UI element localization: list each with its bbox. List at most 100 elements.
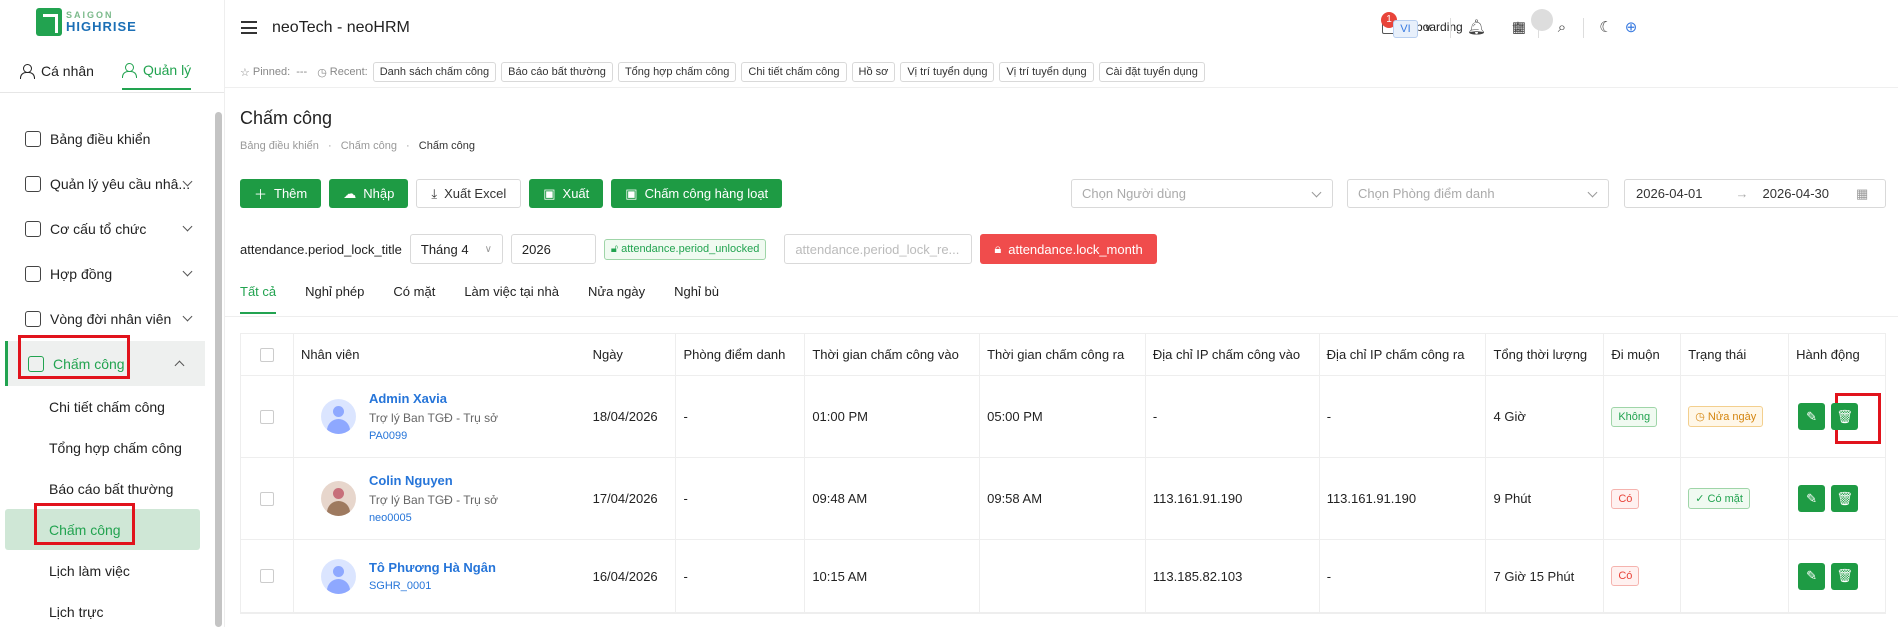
tab-all[interactable]: Tất cả xyxy=(240,284,277,314)
chevron-down-icon xyxy=(182,311,193,322)
sidebar-item-lifecycle[interactable]: Vòng đời nhân viên xyxy=(0,296,213,341)
sidebar-item-contract[interactable]: Hợp đồng xyxy=(0,251,213,296)
breadcrumb-item[interactable]: Bảng điều khiển xyxy=(240,140,319,152)
calendar-icon[interactable]: ▦ xyxy=(1511,20,1527,36)
tab-half-day[interactable]: Nửa ngày xyxy=(588,284,645,314)
delete-button[interactable]: 🗑︎ xyxy=(1831,485,1859,512)
user-avatar[interactable] xyxy=(1531,9,1553,31)
period-status-badge: 🔓︎ attendance.period_unlocked xyxy=(603,238,767,260)
employee-code[interactable]: SGHR_0001 xyxy=(369,580,496,592)
brand-logo[interactable]: SAIGON HIGHRISE xyxy=(36,8,137,36)
date-range-picker[interactable]: 2026-04-01 → 2026-04-30 ▦ xyxy=(1624,179,1886,208)
tab-wfh[interactable]: Làm việc tại nhà xyxy=(464,284,559,314)
col-header: Ngày xyxy=(586,334,677,375)
edit-button[interactable]: ✎ xyxy=(1798,403,1826,430)
sidebar-item-org[interactable]: Cơ cấu tổ chức xyxy=(0,206,213,251)
language-select[interactable]: VI xyxy=(1393,20,1418,38)
recent-chip[interactable]: Vị trí tuyển dụng xyxy=(999,62,1094,82)
tab-present[interactable]: Có mặt xyxy=(393,284,435,314)
delete-button[interactable]: 🗑︎ xyxy=(1831,562,1859,590)
chevron-down-icon xyxy=(182,221,193,232)
tab-manage[interactable]: Quản lý xyxy=(121,62,192,90)
breadcrumb: Bảng điều khiển · Chấm công · Chấm công xyxy=(240,140,476,152)
recent-chip[interactable]: Chi tiết chấm công xyxy=(741,62,847,82)
recent-chip[interactable]: Hồ sơ xyxy=(851,62,896,82)
recent-chip[interactable]: Vị trí tuyển dụng xyxy=(900,62,995,82)
sidebar-scrollbar[interactable] xyxy=(215,112,222,627)
sidebar-item-requests[interactable]: Quản lý yêu cầu nhâ... xyxy=(0,161,213,206)
add-button[interactable]: ＋ Thêm xyxy=(240,179,322,208)
employee-code[interactable]: PA0099 xyxy=(369,430,498,442)
contract-icon xyxy=(25,265,41,282)
submenu-attendance-summary[interactable]: Tổng hợp chấm công xyxy=(0,427,213,468)
edit-button[interactable]: ✎ xyxy=(1798,485,1826,512)
chevron-down-icon[interactable]: ∨ xyxy=(1420,20,1436,36)
date-to[interactable]: 2026-04-30 xyxy=(1763,186,1830,201)
submenu-attendance-detail[interactable]: Chi tiết chấm công xyxy=(0,386,213,427)
cell-check-in: 01:00 PM xyxy=(805,376,981,457)
table-row[interactable]: Admin Xavia Trợ lý Ban TGĐ - Trụ sở PA00… xyxy=(241,376,1885,458)
add-circle-icon[interactable]: ⊕ xyxy=(1623,20,1639,36)
search-icon[interactable]: ⌕ xyxy=(1554,20,1570,36)
row-checkbox[interactable] xyxy=(259,409,274,424)
export-button[interactable]: ▣ Xuất xyxy=(529,179,604,208)
tab-leave[interactable]: Nghỉ phép xyxy=(305,284,364,314)
tab-comp-leave[interactable]: Nghỉ bù xyxy=(674,284,719,314)
sidebar-item-attendance[interactable]: Chấm công xyxy=(5,341,205,386)
chevron-down-icon xyxy=(182,266,193,277)
row-checkbox[interactable] xyxy=(259,491,274,506)
submenu-work-schedule[interactable]: Lịch làm việc xyxy=(0,550,213,591)
sidebar-item-label: Vòng đời nhân viên xyxy=(50,310,172,327)
export-excel-label: Xuất Excel xyxy=(444,186,507,201)
submenu-label: Chấm công xyxy=(49,521,121,538)
home-icon xyxy=(25,130,41,147)
delete-button[interactable]: 🗑︎ xyxy=(1831,403,1859,430)
breadcrumb-current: Chấm công xyxy=(418,140,476,152)
bulk-attendance-button[interactable]: ▣ Chấm công hàng loạt xyxy=(611,179,783,208)
recent-chip[interactable]: Cài đặt tuyển dụng xyxy=(1098,62,1205,82)
table-row[interactable]: Colin Nguyen Trợ lý Ban TGĐ - Trụ sở neo… xyxy=(241,458,1885,540)
tab-personal[interactable]: Cá nhân xyxy=(20,62,94,90)
import-button[interactable]: ☁ Nhập xyxy=(329,179,409,208)
cell-total: 4 Giờ xyxy=(1486,376,1605,457)
submenu-anomaly-report[interactable]: Báo cáo bất thường xyxy=(0,468,213,509)
row-checkbox[interactable] xyxy=(259,569,274,583)
lock-reason-input[interactable]: attendance.period_lock_re... xyxy=(784,234,973,264)
late-badge: Không xyxy=(1611,406,1658,427)
date-from[interactable]: 2026-04-01 xyxy=(1636,186,1703,201)
status-label: Có mặt xyxy=(1707,493,1743,505)
submenu-duty-schedule[interactable]: Lịch trực xyxy=(0,591,213,632)
select-all-checkbox[interactable] xyxy=(259,347,274,362)
employee-name[interactable]: Admin Xavia xyxy=(369,391,498,406)
sidebar-item-label: Chấm công xyxy=(53,355,125,372)
month-select[interactable]: Tháng 4 ∨ xyxy=(409,234,503,264)
recent-chip[interactable]: Danh sách chấm công xyxy=(372,62,497,82)
dark-mode-icon[interactable]: ☾ xyxy=(1598,20,1614,36)
col-header: Trạng thái xyxy=(1681,334,1790,375)
col-header: Tổng thời lượng xyxy=(1486,334,1605,375)
pencil-icon: ✎ xyxy=(1806,568,1818,583)
bell-icon[interactable]: 🔔︎ xyxy=(1467,20,1486,36)
year-input-value: 2026 xyxy=(521,241,551,257)
table-row[interactable]: Tô Phương Hà Ngân SGHR_0001 16/04/2026 -… xyxy=(241,540,1885,613)
export-excel-button[interactable]: ⤓ Xuất Excel xyxy=(416,179,522,208)
cell-room: - xyxy=(676,458,806,539)
recent-chip[interactable]: Báo cáo bất thường xyxy=(501,62,613,82)
breadcrumb-item[interactable]: Chấm công xyxy=(341,140,397,152)
room-select[interactable]: Chọn Phòng điểm danh xyxy=(1347,179,1609,208)
lock-month-button[interactable]: 🔒︎ attendance.lock_month xyxy=(980,234,1157,264)
submenu-attendance[interactable]: Chấm công xyxy=(5,509,200,550)
late-badge: Có xyxy=(1611,566,1640,586)
edit-button[interactable]: ✎ xyxy=(1798,562,1826,590)
user-select[interactable]: Chọn Người dùng xyxy=(1071,179,1333,208)
cell-check-out: 09:58 AM xyxy=(980,458,1146,539)
menu-toggle-icon[interactable] xyxy=(241,21,257,34)
recent-chip[interactable]: Tổng hợp chấm công xyxy=(617,62,737,82)
toolbar: ＋ Thêm ☁ Nhập ⤓ Xuất Excel ▣ Xuất ▣ Chấm công… xyxy=(240,179,783,208)
arrow-right-icon: → xyxy=(1735,186,1749,201)
employee-code[interactable]: neo0005 xyxy=(369,512,498,524)
employee-name[interactable]: Tô Phương Hà Ngân xyxy=(369,560,496,575)
year-input[interactable]: 2026 xyxy=(510,234,596,264)
sidebar-item-dashboard[interactable]: Bảng điều khiển xyxy=(0,116,213,161)
employee-name[interactable]: Colin Nguyen xyxy=(369,473,498,488)
